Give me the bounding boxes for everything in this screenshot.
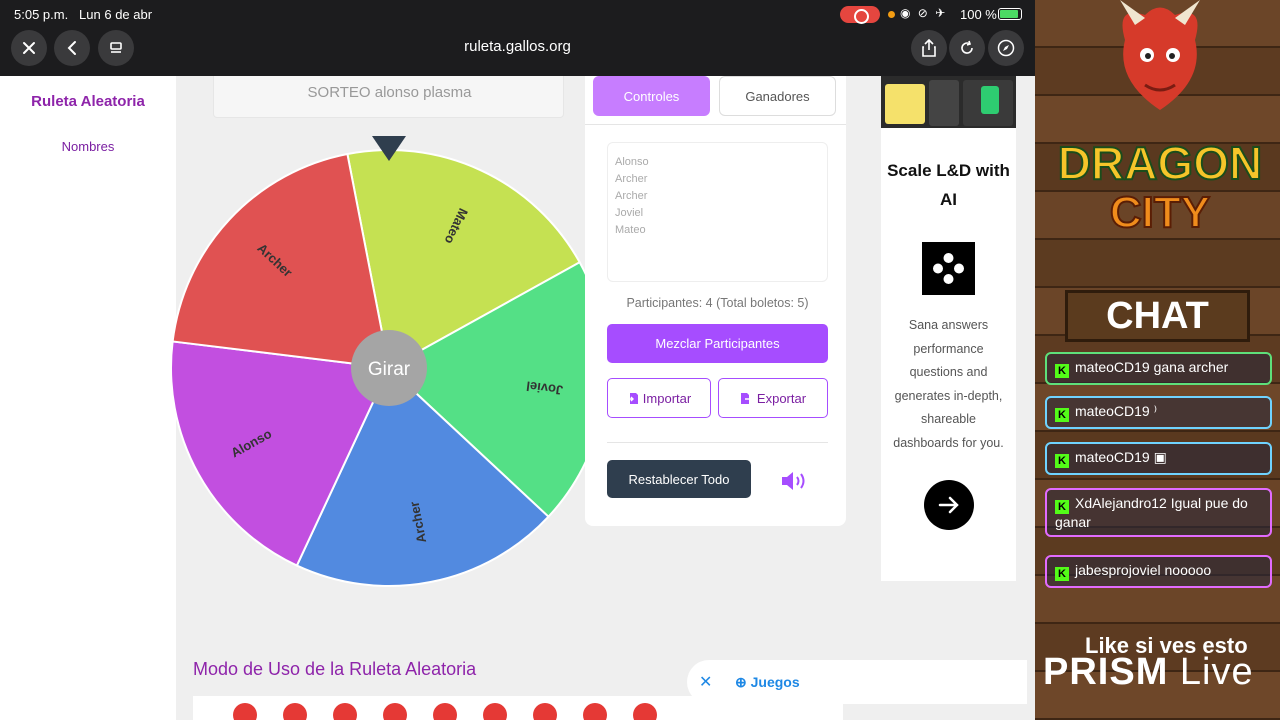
- strip-bubble: [383, 703, 407, 720]
- chat-username: XdAlejandro12: [1075, 495, 1171, 511]
- dragon-city-logo-city: CITY: [1109, 187, 1211, 238]
- ad-banner[interactable]: Scale L&D with AI Sana answers performan…: [881, 76, 1016, 581]
- status-icons: ◉ ⊘ ✈: [900, 6, 948, 20]
- chat-message: Kjabesprojoviel nooooo: [1045, 555, 1272, 588]
- tab-ganadores[interactable]: Ganadores: [719, 76, 836, 116]
- screen-record-icon: [840, 6, 880, 24]
- battery-icon: [998, 8, 1022, 20]
- strip-bubble: [233, 703, 257, 720]
- ipad-screen: 5:05 p.m. Lun 6 de abr ◉ ⊘ ✈ 100 % rulet…: [0, 0, 1035, 720]
- spin-wheel[interactable]: MateoJovielArcherAlonsoArcher Girar: [0, 76, 610, 606]
- kick-icon: K: [1055, 500, 1069, 514]
- close-icon[interactable]: ✕: [699, 672, 712, 692]
- participant-name: Mateo: [615, 224, 646, 236]
- prism-live-logo: PRISM Live: [1043, 651, 1254, 693]
- chat-username: mateoCD19: [1075, 403, 1154, 419]
- status-bar: 5:05 p.m. Lun 6 de abr ◉ ⊘ ✈ 100 %: [0, 0, 1035, 28]
- dragon-city-logo: DRAGON: [1057, 137, 1263, 189]
- url-bar[interactable]: ruleta.gallos.org: [360, 38, 675, 55]
- export-button[interactable]: Exportar: [718, 378, 828, 418]
- strip-bubble: [333, 703, 357, 720]
- section-title: Modo de Uso de la Ruleta Aleatoria: [193, 659, 477, 679]
- share-icon[interactable]: [911, 30, 947, 66]
- status-time: 5:05 p.m. Lun 6 de abr: [14, 7, 153, 22]
- participant-name: Joviel: [615, 207, 644, 219]
- participant-name: Archer: [615, 190, 648, 202]
- participant-name: Archer: [615, 173, 648, 185]
- reload-icon[interactable]: [949, 30, 985, 66]
- participants-textarea[interactable]: Alonso Archer Archer Joviel Mateo: [607, 142, 828, 282]
- strip-bubble: [533, 703, 557, 720]
- participant-name: Alonso: [615, 156, 649, 168]
- compass-icon[interactable]: [988, 30, 1024, 66]
- strip-bubble: [433, 703, 457, 720]
- kick-icon: K: [1055, 364, 1069, 378]
- chat-username: mateoCD19: [1075, 359, 1154, 375]
- close-icon[interactable]: [11, 30, 47, 66]
- export-label: Exportar: [756, 390, 807, 406]
- chat-username: mateoCD19: [1075, 449, 1154, 465]
- chat-username: jabesprojoviel: [1075, 562, 1165, 578]
- web-page: Ruleta Aleatoria Nombres SORTEO alonso p…: [0, 76, 1035, 720]
- strip-bubble: [633, 703, 657, 720]
- import-button[interactable]: Importar: [607, 378, 711, 418]
- chat-text: gana archer: [1153, 359, 1229, 375]
- back-icon[interactable]: [54, 30, 90, 66]
- tab-controles[interactable]: Controles: [593, 76, 710, 116]
- juegos-bar: ✕ ⊕ Juegos: [687, 660, 1027, 704]
- strip-bubble: [583, 703, 607, 720]
- ad-body: Sana answers performance questions and g…: [893, 318, 1004, 450]
- kick-icon: K: [1055, 454, 1069, 468]
- ad-title: Scale L&D with AI: [887, 161, 1010, 209]
- strip-bubble: [283, 703, 307, 720]
- arrow-right-icon[interactable]: [924, 480, 974, 530]
- browser-toolbar: ruleta.gallos.org: [0, 28, 1035, 76]
- participants-count: Participantes: 4 (Total boletos: 5): [626, 296, 809, 310]
- reset-button[interactable]: Restablecer Todo: [607, 460, 751, 498]
- shuffle-button[interactable]: Mezclar Participantes: [607, 324, 828, 363]
- import-label: Importar: [642, 390, 692, 406]
- battery-percent: 100 %: [960, 7, 997, 22]
- dragon-icon: [1120, 0, 1200, 110]
- strip-bubble: [483, 703, 507, 720]
- ad-logo-icon: [922, 242, 975, 295]
- chat-message: K XdAlejandro12 Igual pue do ganar: [1045, 488, 1272, 537]
- chat-text: nooooo: [1164, 562, 1212, 578]
- chat-sign: CHAT: [1065, 290, 1250, 342]
- import-icon: [626, 392, 638, 404]
- juegos-link[interactable]: ⊕ Juegos: [735, 674, 800, 691]
- controls-divider: [607, 442, 828, 443]
- kick-icon: K: [1055, 408, 1069, 422]
- chat-message: KmateoCD19 gana archer: [1045, 352, 1272, 385]
- spin-label: Girar: [368, 359, 411, 380]
- chat-message: KmateoCD19 ▣: [1045, 442, 1272, 475]
- tab-divider: [585, 124, 846, 125]
- export-icon: [740, 392, 753, 404]
- stream-overlay: DRAGON CITY CHAT KmateoCD19 gana archer K…: [1035, 0, 1280, 720]
- chat-text: ▣: [1153, 449, 1167, 465]
- tabs-icon[interactable]: [98, 30, 134, 66]
- kick-icon: K: [1055, 567, 1069, 581]
- controls-panel: Controles Ganadores Alonso Archer Archer…: [585, 76, 846, 526]
- mic-indicator-icon: [888, 11, 895, 18]
- ad-thumbnail: [881, 76, 1016, 128]
- chat-message: KmateoCD19 ⁾: [1045, 396, 1272, 429]
- chat-text: ⁾: [1153, 403, 1158, 419]
- sound-icon[interactable]: [780, 469, 810, 493]
